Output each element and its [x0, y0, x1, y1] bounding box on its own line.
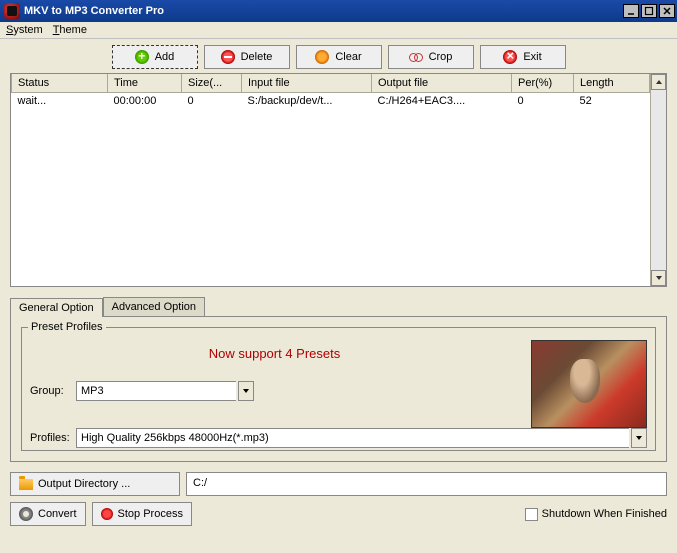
crop-button[interactable]: Crop [388, 45, 474, 69]
clear-icon [315, 50, 329, 64]
scissors-icon [409, 50, 423, 64]
scroll-track[interactable] [651, 90, 666, 270]
menu-system[interactable]: System [6, 24, 43, 36]
col-status[interactable]: Status [12, 74, 108, 92]
stop-label: Stop Process [118, 508, 183, 520]
shutdown-checkbox[interactable]: Shutdown When Finished [525, 508, 667, 521]
shutdown-label: Shutdown When Finished [542, 508, 667, 520]
scroll-down-button[interactable] [651, 270, 666, 286]
file-list: Status Time Size(... Input file Output f… [10, 73, 667, 287]
profiles-dropdown-button[interactable] [631, 428, 647, 448]
col-output[interactable]: Output file [372, 74, 512, 92]
gear-icon [19, 507, 33, 521]
checkbox-icon [525, 508, 538, 521]
group-dropdown-button[interactable] [238, 381, 254, 401]
cell-size: 0 [182, 92, 242, 110]
cell-time: 00:00:00 [108, 92, 182, 110]
menu-theme[interactable]: Theme [53, 24, 87, 36]
profiles-select[interactable]: High Quality 256kbps 48000Hz(*.mp3) [76, 428, 629, 448]
profiles-label: Profiles: [30, 432, 74, 444]
add-button[interactable]: Add [112, 45, 198, 69]
clear-label: Clear [335, 51, 361, 63]
title-bar: MKV to MP3 Converter Pro [0, 0, 677, 22]
group-label: Group: [30, 385, 74, 397]
toolbar: Add Delete Clear Crop Exit [10, 45, 667, 69]
scrollbar[interactable] [650, 74, 666, 286]
close-button[interactable] [659, 4, 675, 18]
col-per[interactable]: Per(%) [512, 74, 574, 92]
cell-input: S:/backup/dev/t... [242, 92, 372, 110]
tab-general[interactable]: General Option [10, 298, 103, 317]
delete-label: Delete [241, 51, 273, 63]
col-size[interactable]: Size(... [182, 74, 242, 92]
stop-icon [101, 508, 113, 520]
output-path-field[interactable]: C:/ [186, 472, 667, 496]
output-dir-label: Output Directory ... [38, 478, 130, 490]
cell-length: 52 [574, 92, 650, 110]
tab-bar: General Option Advanced Option [10, 297, 667, 316]
options-panel: Preset Profiles Now support 4 Presets Gr… [10, 316, 667, 462]
preview-image [531, 340, 647, 428]
window-title: MKV to MP3 Converter Pro [24, 5, 623, 17]
plus-icon [135, 50, 149, 64]
table-header-row: Status Time Size(... Input file Output f… [12, 74, 650, 92]
output-directory-button[interactable]: Output Directory ... [10, 472, 180, 496]
preset-legend: Preset Profiles [28, 321, 106, 333]
exit-icon [503, 50, 517, 64]
group-select[interactable]: MP3 [76, 381, 236, 401]
col-input[interactable]: Input file [242, 74, 372, 92]
stop-process-button[interactable]: Stop Process [92, 502, 192, 526]
preset-profiles-fieldset: Preset Profiles Now support 4 Presets Gr… [21, 327, 656, 451]
scroll-up-button[interactable] [651, 74, 666, 90]
tab-advanced[interactable]: Advanced Option [103, 297, 205, 316]
exit-button[interactable]: Exit [480, 45, 566, 69]
clear-button[interactable]: Clear [296, 45, 382, 69]
app-icon [4, 3, 20, 19]
col-length[interactable]: Length [574, 74, 650, 92]
folder-icon [19, 479, 33, 490]
maximize-button[interactable] [641, 4, 657, 18]
minimize-button[interactable] [623, 4, 639, 18]
table-row[interactable]: wait... 00:00:00 0 S:/backup/dev/t... C:… [12, 92, 650, 110]
cell-status: wait... [12, 92, 108, 110]
col-time[interactable]: Time [108, 74, 182, 92]
minus-icon [221, 50, 235, 64]
crop-label: Crop [429, 51, 453, 63]
convert-button[interactable]: Convert [10, 502, 86, 526]
cell-output: C:/H264+EAC3.... [372, 92, 512, 110]
convert-label: Convert [38, 508, 77, 520]
cell-per: 0 [512, 92, 574, 110]
exit-label: Exit [523, 51, 541, 63]
delete-button[interactable]: Delete [204, 45, 290, 69]
menu-bar: System Theme [0, 22, 677, 39]
add-label: Add [155, 51, 175, 63]
support-text: Now support 4 Presets [30, 340, 519, 381]
